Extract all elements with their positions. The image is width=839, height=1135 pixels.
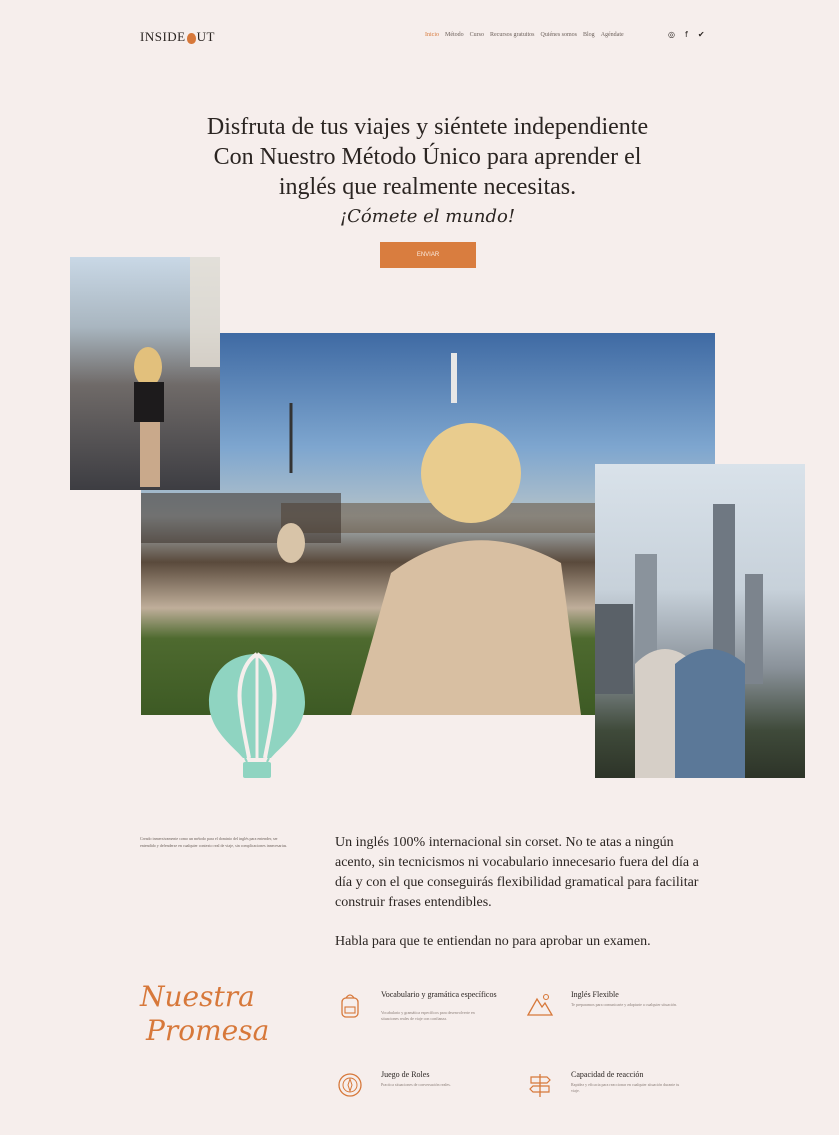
signpost-icon [529,1074,551,1097]
feature-vocabulario: Vocabulario y gramática específicos Voca… [335,990,525,1040]
promise-title-line-2: Promesa [146,1014,270,1047]
feature-title: Capacidad de reacción [571,1070,644,1079]
intro-paragraph-2: Habla para que te entiendan no para apro… [335,934,651,949]
social-links: ◎ f ✔ [668,30,705,39]
hero-tagline: ¡Cómete el mundo! [339,206,516,227]
feature-desc: Rapidez y eficacia para reaccionar en cu… [571,1082,680,1093]
feature-capacidad-reaccion: Capacidad de reacción Rapidez y eficacia… [525,1070,715,1110]
feature-title: Vocabulario y gramática específicos [381,990,497,999]
photo-street-art [134,257,220,487]
nav-item-blog[interactable]: Blog [583,32,595,38]
brand-logo[interactable]: INSIDE UT [140,29,215,45]
feature-juego-de-roles: Juego de Roles Practica situaciones de c… [335,1070,525,1110]
twitter-icon[interactable]: ✔ [698,30,705,39]
promise-title-line-1: Nuestra [140,980,255,1013]
nav-item-quienes-somos[interactable]: Quiénes somos [541,32,578,38]
photo-street [70,257,220,490]
compass-icon [338,1073,362,1097]
intro-small-text: Creado inmersivamente como un método par… [140,836,288,848]
logo-balloon-icon [186,32,196,44]
feature-desc: Practica situaciones de conversación rea… [381,1082,451,1087]
nav-item-agendate[interactable]: Agéndate [601,32,624,38]
mountains-icon [526,993,554,1016]
hero-title: Disfruta de tus viajes y siéntete indepe… [150,112,705,202]
promise-title: Nuestra Promesa [140,980,300,1048]
feature-desc: Vocabulario y gramática específicos para… [381,1010,475,1021]
feature-desc: Te preparamos para comunicarte y adaptar… [571,1002,678,1007]
main-nav: Inicio Método Curso Recursos gratuitos Q… [425,32,624,38]
hero-line-3: inglés que realmente necesitas. [278,174,577,200]
logo-text-left: INSIDE [140,29,186,44]
logo-text-right: UT [196,29,215,44]
backpack-icon [341,994,359,1018]
photo-city-art [595,504,763,778]
feature-title: Inglés Flexible [571,990,619,999]
facebook-icon[interactable]: f [685,30,688,39]
hero-line-1: Disfruta de tus viajes y siéntete indepe… [206,114,649,140]
cta-button[interactable]: ENVIAR [380,242,476,268]
hero-line-2: Con Nuestro Método Único para aprender e… [213,144,642,170]
nav-item-recursos[interactable]: Recursos gratuitos [490,32,535,38]
photo-city [595,464,805,778]
hot-air-balloon-icon [205,650,309,786]
intro-paragraph-1: Un inglés 100% internacional sin corset.… [335,835,699,910]
feature-ingles-flexible: Inglés Flexible Te preparamos para comun… [525,990,715,1040]
nav-item-metodo[interactable]: Método [445,32,464,38]
nav-item-curso[interactable]: Curso [470,32,484,38]
feature-title: Juego de Roles [381,1070,430,1079]
instagram-icon[interactable]: ◎ [668,30,675,39]
nav-item-inicio[interactable]: Inicio [425,32,439,38]
